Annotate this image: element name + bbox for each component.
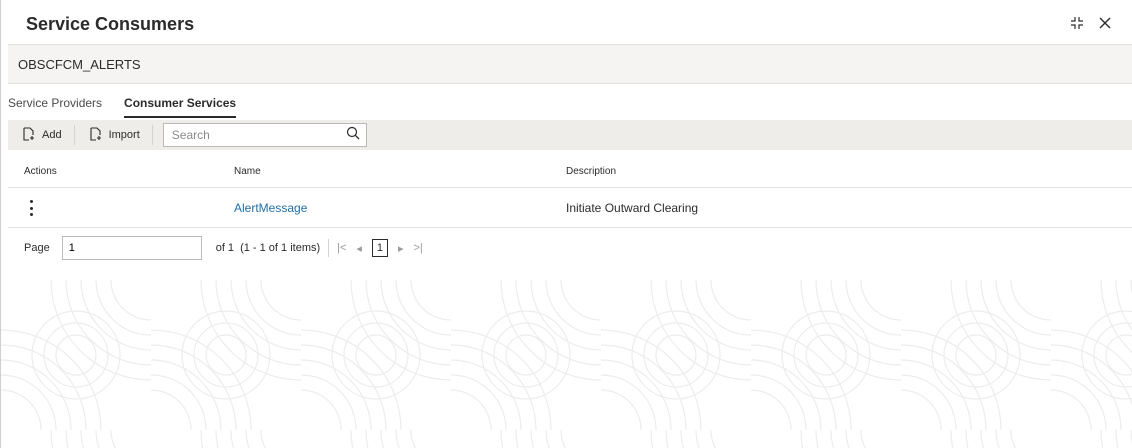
column-header-description: Description — [566, 166, 617, 177]
close-icon[interactable] — [1096, 14, 1114, 32]
table-header: Actions Name Description — [8, 150, 1132, 188]
table-row: AlertMessage Initiate Outward Clearing — [8, 188, 1132, 228]
add-button[interactable]: Add — [8, 120, 74, 150]
header-actions — [1068, 14, 1114, 32]
pagination-nav: |< ◂ 1 ▸ >| — [337, 239, 423, 257]
current-page-button[interactable]: 1 — [371, 239, 388, 257]
toolbar-divider — [151, 125, 153, 145]
pagination: Page of 1 (1 - 1 of 1 items) |< ◂ 1 ▸ >| — [8, 236, 423, 260]
search-input[interactable] — [171, 128, 332, 142]
collapse-arrows-icon[interactable] — [1068, 14, 1086, 32]
toolbar: Add Import — [8, 120, 1132, 150]
service-name-link[interactable]: AlertMessage — [234, 201, 307, 215]
tab-consumer-services[interactable]: Consumer Services — [124, 92, 237, 120]
consumer-services-table: Actions Name Description AlertMessage In… — [8, 150, 1132, 228]
page-title: Service Consumers — [26, 14, 195, 34]
column-header-actions: Actions — [24, 166, 57, 177]
import-document-icon — [89, 126, 103, 144]
next-page-icon[interactable]: ▸ — [398, 242, 404, 255]
column-header-name: Name — [234, 166, 261, 177]
service-name-bar: OBSCFCM_ALERTS — [8, 44, 1132, 84]
kebab-menu-icon[interactable] — [24, 198, 38, 218]
page-number-input[interactable] — [61, 236, 202, 260]
add-label: Add — [42, 129, 62, 141]
tab-bar: Service Providers Consumer Services — [8, 92, 258, 120]
tab-service-providers[interactable]: Service Providers — [8, 92, 102, 120]
service-description: Initiate Outward Clearing — [566, 201, 699, 215]
dialog-header: Service Consumers — [0, 0, 1132, 44]
import-button[interactable]: Import — [75, 120, 152, 150]
first-page-icon[interactable]: |< — [337, 242, 346, 254]
import-label: Import — [108, 129, 140, 141]
last-page-icon[interactable]: >| — [413, 242, 422, 254]
search-icon[interactable] — [346, 126, 360, 145]
item-range-text: (1 - 1 of 1 items) — [240, 242, 321, 254]
add-document-icon — [22, 126, 36, 144]
search-box — [162, 123, 367, 147]
background-pattern — [1, 280, 1132, 448]
previous-page-icon[interactable]: ◂ — [356, 242, 362, 255]
page-label: Page — [24, 242, 50, 254]
service-name: OBSCFCM_ALERTS — [18, 57, 141, 72]
pagination-divider — [328, 239, 330, 257]
page-count-text: of 1 — [215, 242, 235, 254]
